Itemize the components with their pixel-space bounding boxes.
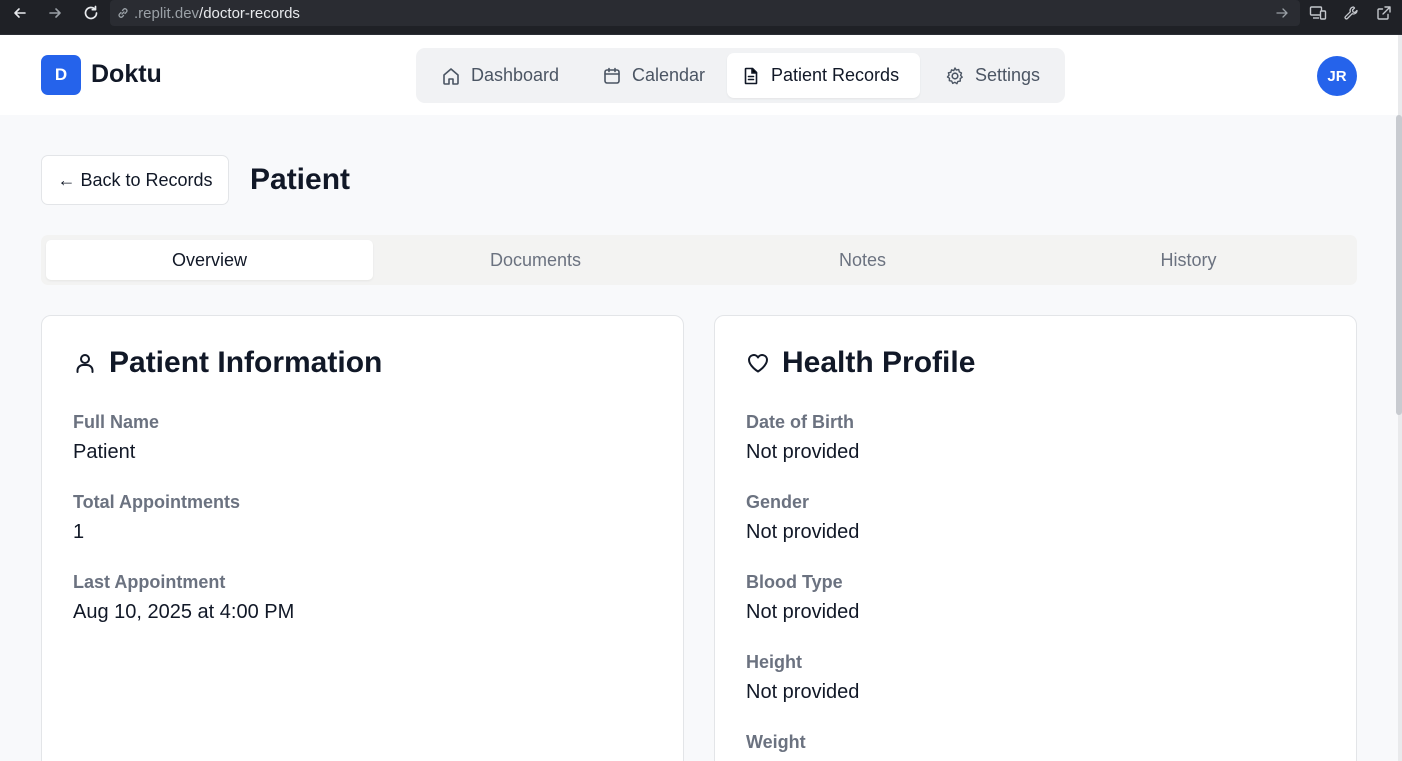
date-of-birth-value: Not provided [746,441,860,463]
height-label: Height [746,652,802,672]
browser-toolbar: .replit.dev/doctor-records [0,0,1402,35]
blood-type-label: Blood Type [746,572,843,592]
health-profile-card: Health Profile Date of Birth Not provide… [714,315,1357,761]
card-title-text: Patient Information [109,346,383,379]
tab-history[interactable]: History [1025,240,1352,280]
weight-label: Weight [746,732,806,752]
reload-icon[interactable] [78,0,104,26]
forward-arrow-icon[interactable] [42,0,68,26]
logo-badge[interactable]: D [41,55,81,95]
back-to-records-button[interactable]: ← Back to Records [41,155,229,205]
record-tabs: Overview Documents Notes History [41,235,1357,285]
devices-icon[interactable] [1305,0,1331,26]
gear-icon [946,66,963,84]
url-domain: .replit.dev [134,4,200,22]
nav-item-calendar[interactable]: Calendar [588,53,719,98]
last-appointment-label: Last Appointment [73,572,226,592]
patient-information-card: Patient Information Full Name Patient To… [41,315,684,761]
avatar[interactable]: JR [1317,56,1357,96]
app-name[interactable]: Doktu [91,60,162,89]
heart-icon [748,354,768,373]
url-path: /doctor-records [199,4,300,22]
nav-item-label: Patient Records [771,65,900,85]
user-icon [76,354,94,373]
nav-item-label: Dashboard [471,65,560,85]
main-nav: Dashboard Calendar Patient Records Setti… [416,48,1065,103]
tab-documents[interactable]: Documents [372,240,699,280]
height-value: Not provided [746,681,860,703]
nav-item-dashboard[interactable]: Dashboard [427,53,573,98]
gender-value: Not provided [746,521,860,543]
total-appointments-value: 1 [73,521,85,543]
nav-item-label: Settings [975,65,1041,85]
link-icon [116,6,130,20]
calendar-icon [604,67,620,84]
card-title-text: Health Profile [782,346,976,379]
back-arrow-icon[interactable] [7,0,33,26]
gender-label: Gender [746,492,810,512]
nav-item-label: Calendar [632,65,706,85]
home-icon [443,67,459,85]
card-title: Health Profile [746,346,975,380]
tab-overview[interactable]: Overview [46,240,373,280]
blood-type-value: Not provided [746,601,860,623]
scrollbar-thumb[interactable] [1396,115,1402,415]
tab-notes[interactable]: Notes [699,240,1026,280]
page-title: Patient [250,163,351,196]
document-icon [744,67,758,84]
full-name-value: Patient [73,441,136,463]
address-bar[interactable]: .replit.dev/doctor-records [110,0,1300,26]
full-name-label: Full Name [73,412,160,432]
nav-item-patient-records[interactable]: Patient Records [727,53,920,98]
last-appointment-value: Aug 10, 2025 at 4:00 PM [73,601,295,623]
app-header: D Doktu Dashboard Calendar Patient Recor… [0,35,1398,115]
wrench-icon[interactable] [1338,0,1364,26]
total-appointments-label: Total Appointments [73,492,240,512]
date-of-birth-label: Date of Birth [746,412,854,432]
go-arrow-icon[interactable] [1269,0,1295,26]
external-link-icon[interactable] [1371,0,1397,26]
nav-item-settings[interactable]: Settings [931,53,1054,98]
card-title: Patient Information [73,346,382,380]
